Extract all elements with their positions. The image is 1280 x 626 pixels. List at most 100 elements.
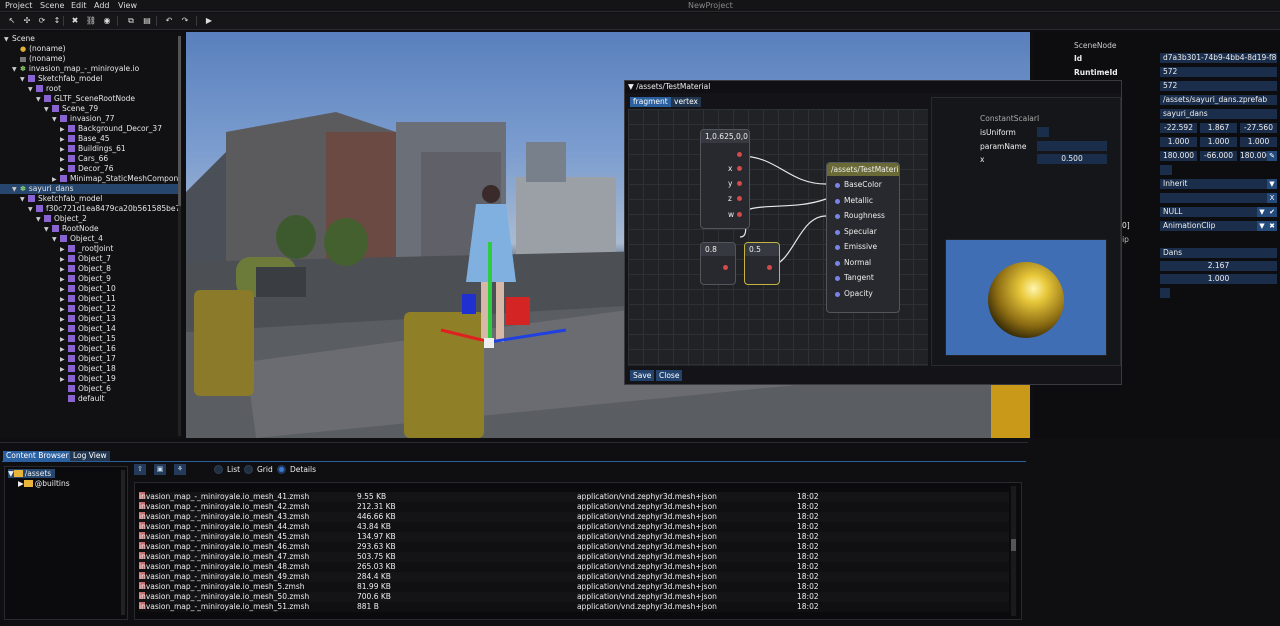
menu-project[interactable]: Project	[5, 1, 32, 10]
close-button[interactable]: Close	[656, 370, 683, 381]
scene-tree-item[interactable]: (noname)	[0, 54, 178, 64]
scale-z-field[interactable]: 1.000	[1240, 137, 1277, 147]
scene-tree-item[interactable]: ▼ root	[0, 84, 178, 94]
animation-clip-field[interactable]: AnimationClip	[1160, 221, 1257, 231]
scene-tree-item[interactable]: ▶ Base_45	[0, 134, 178, 144]
scene-tree-item[interactable]: ▼ ✽ sayuri_dans	[0, 184, 178, 194]
copy-icon[interactable]: ⧉	[125, 15, 137, 27]
chevron-down-icon[interactable]: ▼	[1257, 207, 1267, 217]
file-row[interactable]: invasion_map_-_miniroyale.io_mesh_41.zms…	[139, 492, 1009, 502]
file-row[interactable]: invasion_map_-_miniroyale.io_mesh_45.zms…	[139, 532, 1009, 542]
import-icon[interactable]: ⚘	[174, 464, 186, 475]
scene-tree-item[interactable]: ▼ Sketchfab_model	[0, 194, 178, 204]
view-list-radio[interactable]	[214, 465, 223, 474]
material-editor-title[interactable]: ▼ /assets/TestMaterial	[625, 81, 1121, 93]
empty-field[interactable]	[1160, 193, 1267, 203]
tab-log-view[interactable]: Log View	[70, 451, 110, 461]
rotate-icon[interactable]: ⟳	[36, 15, 48, 27]
paste-icon[interactable]: ▤	[141, 15, 153, 27]
scalar-constant-node-b[interactable]: 0.5	[744, 242, 780, 285]
scene-tree-item[interactable]: ▶ Object_8	[0, 264, 178, 274]
null-dropdown[interactable]: NULL	[1160, 207, 1257, 217]
speed-field[interactable]: 2.167	[1160, 261, 1277, 271]
runtime-value-field[interactable]: 572	[1160, 81, 1277, 91]
scene-tree-item[interactable]: ▶ Cars_66	[0, 154, 178, 164]
folder-item[interactable]: ▶ @builtins	[18, 479, 70, 488]
view-grid-radio[interactable]	[244, 465, 253, 474]
scene-tree-item[interactable]: ▶ Background_Decor_37	[0, 124, 178, 134]
file-row[interactable]: invasion_map_-_miniroyale.io_mesh_42.zms…	[139, 502, 1009, 512]
scale-x-field[interactable]: 1.000	[1160, 137, 1197, 147]
scene-tree-item[interactable]: ▶ Object_16	[0, 344, 178, 354]
scene-tree-item[interactable]: ▼ Scene	[0, 34, 178, 44]
file-row[interactable]: invasion_map_-_miniroyale.io_mesh_43.zms…	[139, 512, 1009, 522]
chevron-down-icon[interactable]: ▼	[1257, 221, 1267, 231]
scene-tree-item[interactable]: ▼ Object_2	[0, 214, 178, 224]
file-row[interactable]: invasion_map_-_miniroyale.io_mesh_46.zms…	[139, 542, 1009, 552]
scene-tree-item[interactable]: ▼ f30c721d1ea8479ca20b561585be7	[0, 204, 180, 214]
pin-w[interactable]	[737, 212, 742, 217]
scene-tree-item[interactable]: ▼ GLTF_SceneRootNode	[0, 94, 178, 104]
undo-icon[interactable]: ↶	[163, 15, 175, 27]
chevron-down-icon[interactable]: ▼	[1267, 179, 1277, 189]
scene-tree-item[interactable]: ▶ _rootJoint	[0, 244, 178, 254]
file-row[interactable]: invasion_map_-_miniroyale.io_mesh_48.zms…	[139, 562, 1009, 572]
scene-tree-item[interactable]: ▶ Object_19	[0, 374, 178, 384]
vector-output-pin[interactable]	[737, 152, 742, 157]
tab-vertex[interactable]: vertex	[671, 97, 701, 107]
link-icon[interactable]: ⛓	[85, 15, 97, 27]
scene-tree-item[interactable]: ▶ Object_12	[0, 304, 178, 314]
redo-icon[interactable]: ↷	[179, 15, 191, 27]
rotation-z-field[interactable]: 180.000	[1240, 151, 1267, 161]
scale-icon[interactable]: ↕	[51, 15, 63, 27]
menu-edit[interactable]: Edit	[71, 1, 87, 10]
new-folder-icon[interactable]: ▣	[154, 464, 166, 475]
scene-tree-item[interactable]: ▶ Minimap_StaticMeshCompon	[0, 174, 178, 184]
emissive-pin[interactable]	[835, 245, 840, 250]
check-icon[interactable]: ✔	[1267, 207, 1277, 217]
inherit-dropdown[interactable]: Inherit	[1160, 179, 1267, 189]
pointer-icon[interactable]: ↖	[6, 15, 18, 27]
file-row[interactable]: invasion_map_-_miniroyale.io_mesh_51.zms…	[139, 602, 1009, 612]
play-icon[interactable]: ▶	[203, 15, 215, 27]
checkbox-field[interactable]	[1160, 165, 1172, 175]
scene-tree-item[interactable]: ▶ Object_17	[0, 354, 178, 364]
scene-tree-item[interactable]: ▼ ✽ invasion_map_-_miniroyale.io	[0, 64, 178, 74]
roughness-pin[interactable]	[835, 214, 840, 219]
scene-tree-item[interactable]: ▼ Scene_79	[0, 104, 178, 114]
scene-tree-scrollbar[interactable]	[178, 36, 181, 436]
rotation-y-field[interactable]: -66.000	[1200, 151, 1237, 161]
scene-tree-item[interactable]: ▼ Object_4	[0, 234, 178, 244]
specular-pin[interactable]	[835, 230, 840, 235]
delete-icon[interactable]: ✖	[69, 15, 81, 27]
up-folder-icon[interactable]: ⇧	[134, 464, 146, 475]
scalar-a-output-pin[interactable]	[723, 265, 728, 270]
file-list-scrollbar[interactable]	[1011, 486, 1016, 616]
scene-tree-item[interactable]: Object_6	[0, 384, 178, 394]
runtime-id-field[interactable]: 572	[1160, 67, 1277, 77]
name-field[interactable]: sayuri_dans	[1160, 109, 1277, 119]
file-row[interactable]: invasion_map_-_miniroyale.io_mesh_5.zmsh…	[139, 582, 1009, 592]
folder-tree-scrollbar[interactable]	[121, 470, 125, 615]
menu-add[interactable]: Add	[94, 1, 110, 10]
scene-tree-item[interactable]: ▶ Decor_76	[0, 164, 178, 174]
opacity-pin[interactable]	[835, 292, 840, 297]
rotation-x-field[interactable]: 180.000	[1160, 151, 1197, 161]
metallic-pin[interactable]	[835, 199, 840, 204]
x-value-input[interactable]: 0.500	[1037, 154, 1107, 164]
param-name-input[interactable]	[1037, 141, 1107, 151]
position-z-field[interactable]: -27.560	[1240, 123, 1277, 133]
eye-icon[interactable]: ◉	[101, 15, 113, 27]
scene-tree-item[interactable]: default	[0, 394, 178, 404]
file-row[interactable]: invasion_map_-_miniroyale.io_mesh_50.zms…	[139, 592, 1009, 602]
file-row[interactable]: invasion_map_-_miniroyale.io_mesh_47.zms…	[139, 552, 1009, 562]
scene-tree-item[interactable]: ▼ RootNode	[0, 224, 178, 234]
node-graph-canvas[interactable]: 1,0.625,0,0 x y z w 0.8 0.5 /assets/Test…	[628, 109, 928, 366]
scene-tree-item[interactable]: ▼ invasion_77	[0, 114, 178, 124]
view-details-radio[interactable]	[277, 465, 286, 474]
scene-tree-item[interactable]: ▶ Object_18	[0, 364, 178, 374]
scene-tree-item[interactable]: ▶ Object_10	[0, 284, 178, 294]
prefab-field[interactable]: /assets/sayuri_dans.zprefab	[1160, 95, 1277, 105]
pin-y[interactable]	[737, 181, 742, 186]
pin-z[interactable]	[737, 196, 742, 201]
